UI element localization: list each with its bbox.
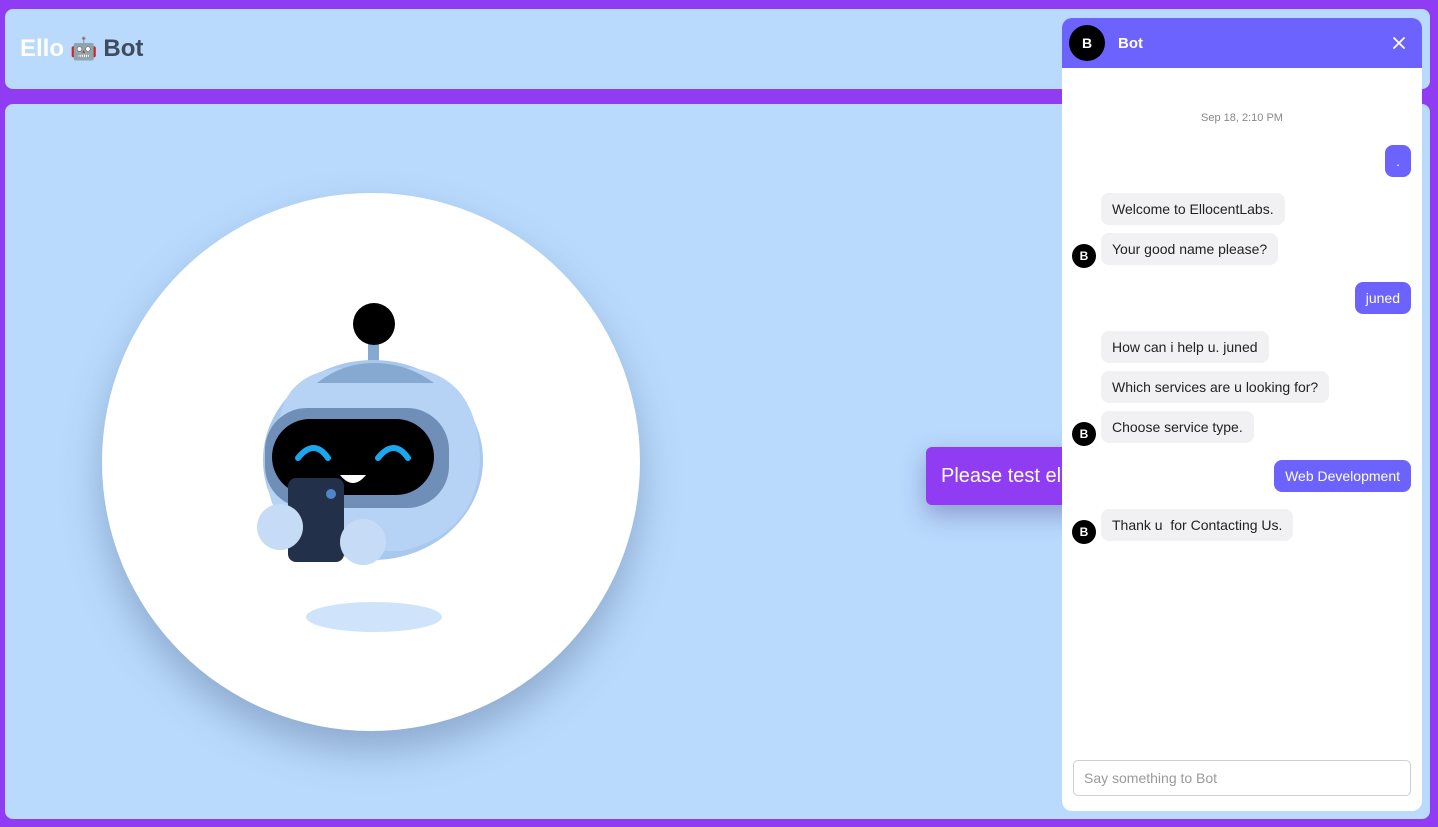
robot-emoji-icon: 🤖 (70, 36, 98, 61)
brand-logo[interactable]: Ello 🤖 Bot (20, 35, 143, 63)
robot-illustration-icon (257, 303, 483, 632)
user-message: Web Development (1274, 460, 1411, 492)
chat-timestamp: Sep 18, 2:10 PM (1201, 112, 1283, 124)
user-message: juned (1354, 282, 1411, 314)
chat-title: Bot (1118, 35, 1143, 52)
bot-message-avatar: B (1072, 244, 1096, 268)
user-message: . (1385, 145, 1411, 177)
bot-avatar: B (1069, 25, 1105, 61)
chat-header: B Bot (1062, 18, 1422, 68)
brand-name-bot: Bot (103, 35, 144, 62)
brand-name-ello: Ello (20, 35, 65, 62)
robot-illustration-circle (102, 193, 640, 731)
bot-message-avatar: B (1072, 422, 1096, 446)
bot-message: Your good name please? (1101, 233, 1279, 265)
bot-message: Choose service type. (1101, 411, 1254, 443)
chat-message-input[interactable] (1073, 760, 1411, 796)
bot-message: Welcome to EllocentLabs. (1101, 193, 1285, 225)
bot-message: Thank u for Contacting Us. (1101, 509, 1294, 541)
bot-message: Which services are u looking for? (1101, 371, 1330, 403)
chat-widget: B Bot Sep 18, 2:10 PM . Welcome to Elloc… (1062, 18, 1422, 811)
bot-message-avatar: B (1072, 520, 1096, 544)
bot-message: How can i help u. juned (1101, 331, 1269, 363)
close-icon[interactable] (1390, 34, 1408, 52)
